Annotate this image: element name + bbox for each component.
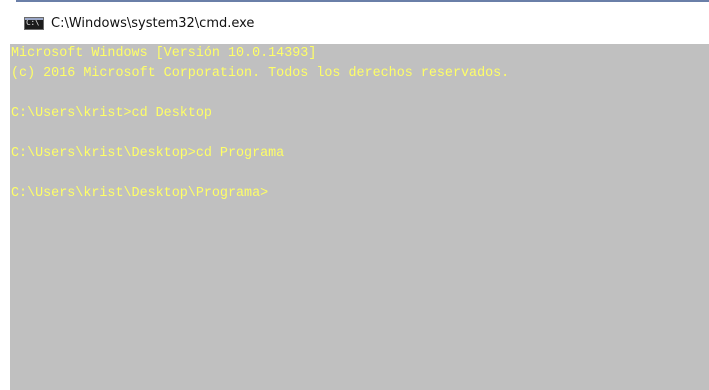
console-output-area[interactable]: Microsoft Windows [Versión 10.0.14393] (…: [10, 44, 709, 390]
console-line: C:\Users\krist\Desktop>cd Programa: [11, 146, 285, 161]
console-prompt-line[interactable]: C:\Users\krist\Desktop\Programa>: [10, 184, 709, 204]
console-line: C:\Users\krist>cd Desktop: [11, 106, 212, 121]
cmd-icon[interactable]: [24, 16, 44, 30]
window-title: C:\Windows\system32\cmd.exe: [51, 15, 255, 31]
console-line: (c) 2016 Microsoft Corporation. Todos lo…: [11, 66, 510, 81]
console-line: Microsoft Windows [Versión 10.0.14393]: [11, 46, 317, 61]
cmd-window: C:\Windows\system32\cmd.exe Microsoft Wi…: [0, 0, 709, 390]
title-bar[interactable]: C:\Windows\system32\cmd.exe: [10, 2, 709, 44]
